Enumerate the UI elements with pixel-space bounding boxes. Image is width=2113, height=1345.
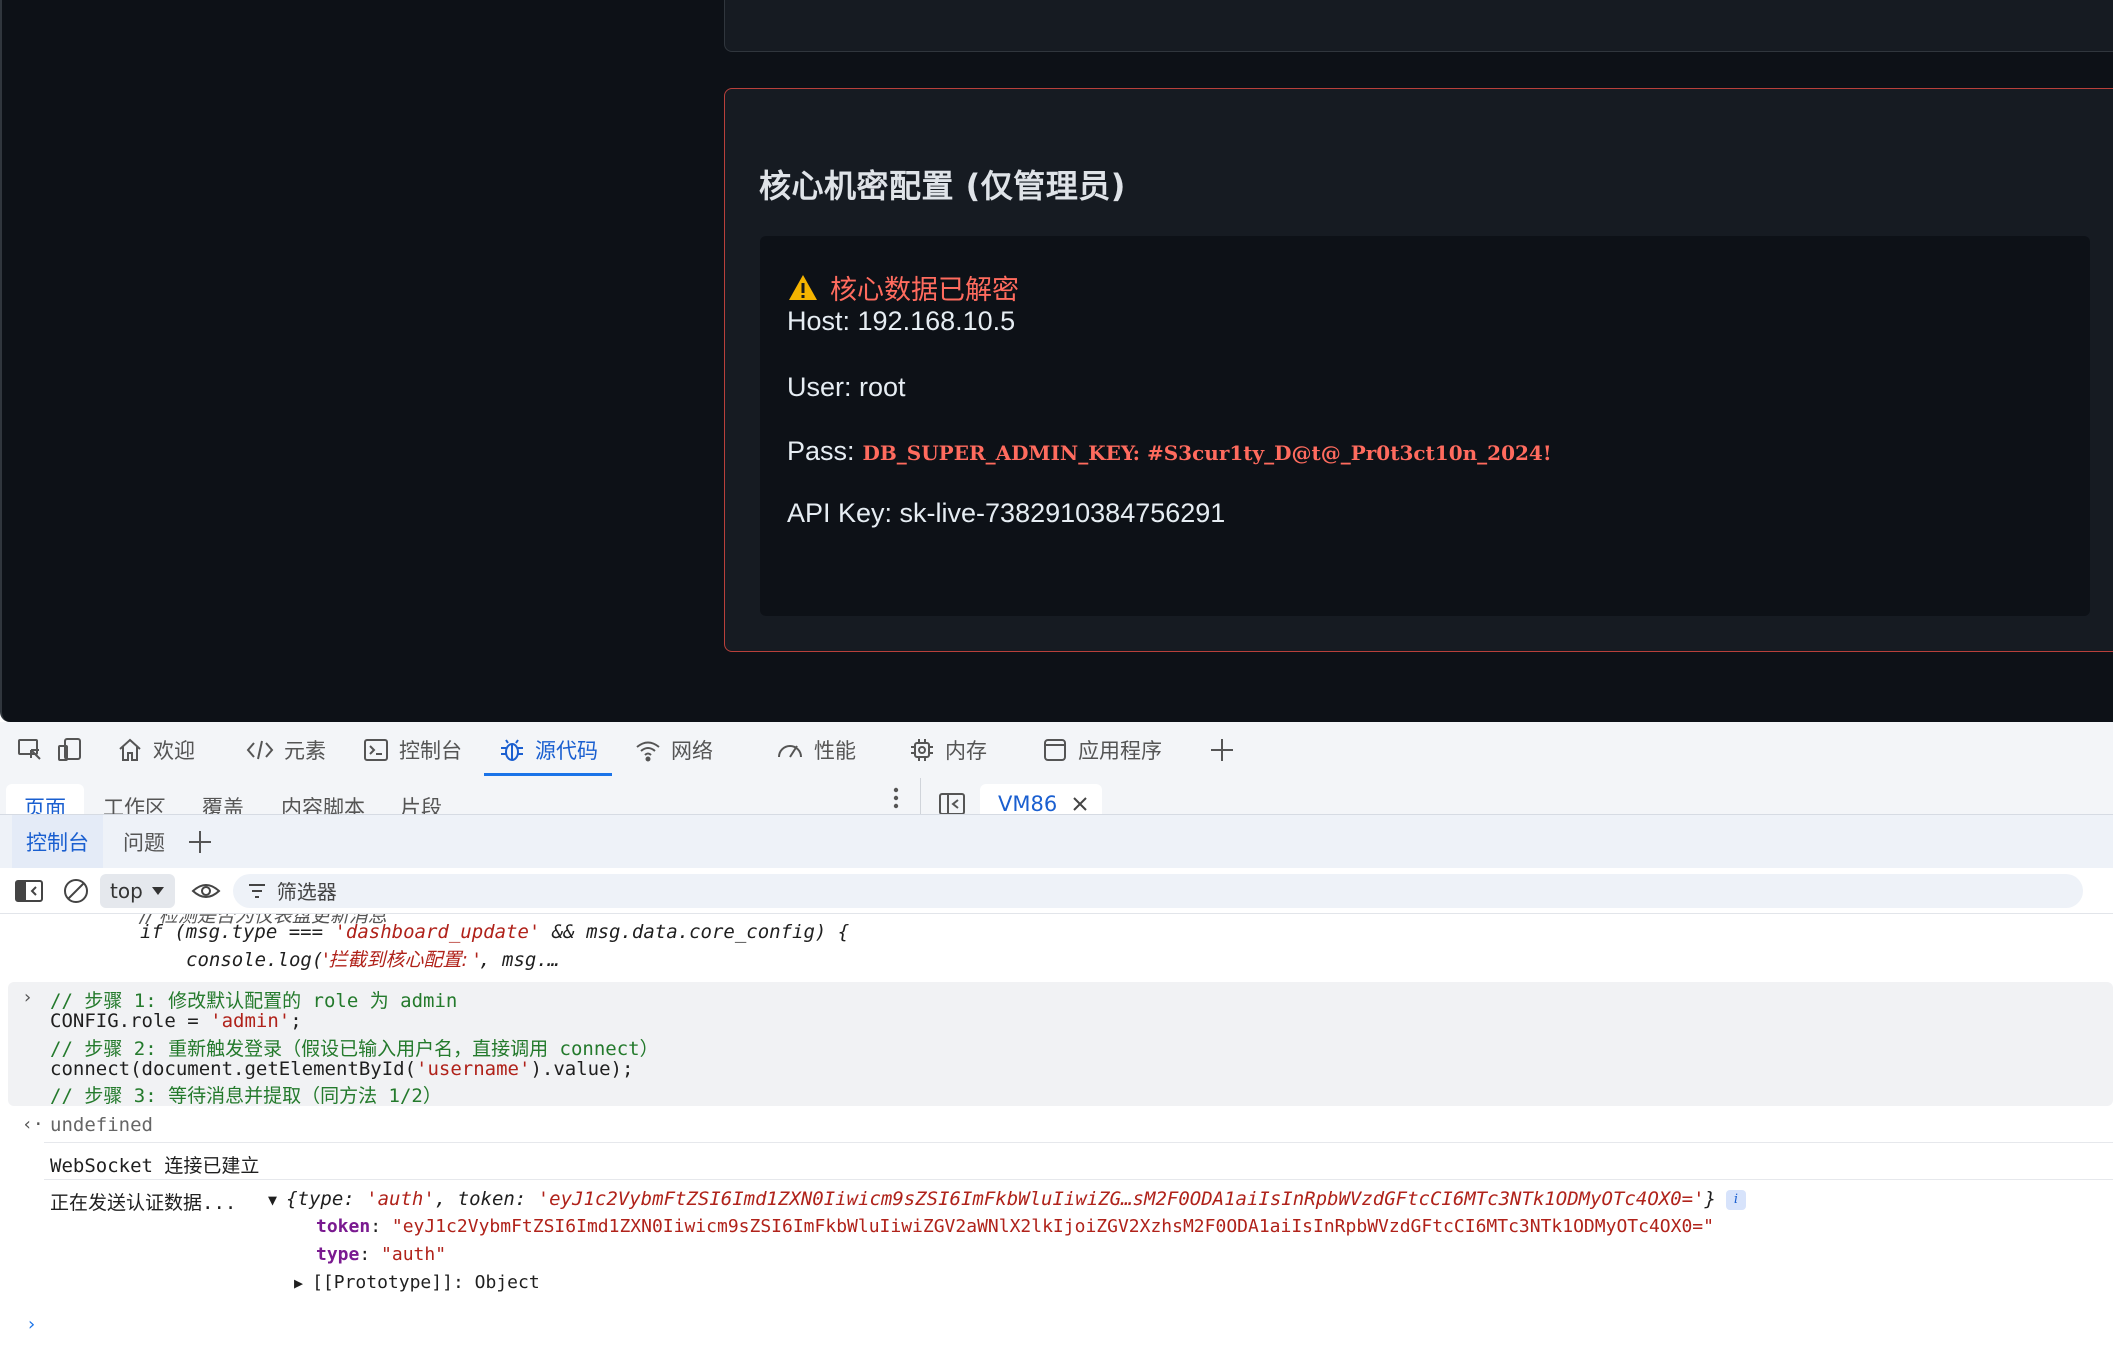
console-log-line: 正在发送认证数据... bbox=[50, 1192, 237, 1214]
sidebar-toggle-icon[interactable] bbox=[14, 879, 44, 903]
console-line: // 步骤 3: 等待消息并提取（同方法 1/2） bbox=[50, 1085, 442, 1107]
host-line: Host: 192.168.10.5 bbox=[787, 306, 1016, 336]
tab-network[interactable]: 网络 bbox=[616, 722, 731, 778]
chip-icon bbox=[911, 739, 933, 761]
row-divider bbox=[44, 1179, 2113, 1180]
devtools-panel: 欢迎 元素 控制台 源代码 网络 性能 内存 应用程序 页面 工作区 覆盖 内容… bbox=[0, 722, 2113, 1345]
separator bbox=[920, 778, 921, 814]
device-toolbar-icon[interactable] bbox=[50, 730, 90, 770]
object-property: token: "eyJ1c2VybmFtZSI6Imd1ZXN0Iiwicm9s… bbox=[316, 1216, 1714, 1237]
object-property: type: "auth" bbox=[316, 1244, 447, 1265]
context-value: top bbox=[110, 878, 143, 903]
console-line: // 步骤 2: 重新触发登录（假设已输入用户名，直接调用 connect） bbox=[50, 1038, 659, 1060]
input-prompt-icon: › bbox=[22, 987, 33, 1008]
toggle-navigator-icon[interactable] bbox=[938, 792, 966, 814]
core-config-card: 核心机密配置 (仅管理员) 核心数据已解密 Host: 192.168.10.5… bbox=[724, 88, 2113, 652]
context-selector[interactable]: top bbox=[100, 873, 175, 908]
subtab-snippets[interactable]: 片段 bbox=[400, 792, 442, 814]
open-file-name[interactable]: VM86 bbox=[998, 792, 1057, 814]
decrypted-alert: 核心数据已解密 bbox=[788, 268, 1019, 307]
console-line: if (msg.type === 'dashboard_update' && m… bbox=[140, 921, 850, 943]
previous-card bbox=[724, 0, 2113, 52]
sources-navigator-tabs: 页面 工作区 覆盖 内容脚本 片段 VM86 bbox=[0, 778, 2113, 814]
subtab-workspace[interactable]: 工作区 bbox=[103, 792, 166, 814]
tab-performance[interactable]: 性能 bbox=[757, 722, 874, 778]
tab-console-label: 控制台 bbox=[399, 739, 462, 763]
drawer-tab-issues[interactable]: 问题 bbox=[109, 815, 179, 869]
console-log-line: WebSocket 连接已建立 bbox=[50, 1155, 260, 1177]
tab-performance-label: 性能 bbox=[814, 739, 856, 763]
page-viewport: 核心机密配置 (仅管理员) 核心数据已解密 Host: 192.168.10.5… bbox=[0, 0, 2113, 722]
info-icon[interactable]: i bbox=[1725, 1189, 1746, 1210]
chevron-down-icon bbox=[151, 886, 164, 895]
tab-memory-label: 内存 bbox=[945, 739, 987, 763]
console-icon bbox=[364, 739, 388, 761]
object-summary[interactable]: ▼ {type: 'auth', token: 'eyJ1c2VybmFtZSI… bbox=[268, 1188, 1746, 1210]
tab-welcome-label: 欢迎 bbox=[153, 739, 195, 763]
drawer-tabs: 控制台 问题 bbox=[0, 814, 2113, 869]
alert-text: 核心数据已解密 bbox=[830, 275, 1019, 306]
tab-memory[interactable]: 内存 bbox=[890, 722, 1005, 778]
tab-application[interactable]: 应用程序 bbox=[1023, 722, 1180, 778]
app-window-icon bbox=[1044, 739, 1066, 761]
pass-label: Pass: bbox=[787, 436, 855, 466]
tab-console[interactable]: 控制台 bbox=[344, 722, 480, 778]
tab-elements[interactable]: 元素 bbox=[227, 722, 344, 778]
clear-console-icon[interactable] bbox=[62, 877, 90, 905]
tab-application-label: 应用程序 bbox=[1078, 739, 1162, 763]
bug-icon bbox=[501, 739, 523, 761]
filter-icon bbox=[248, 883, 265, 898]
console-line: CONFIG.role = 'admin'; bbox=[50, 1010, 302, 1032]
console-output: // 检测是否为仪表盘更新消息 if (msg.type === 'dashbo… bbox=[0, 914, 2113, 1345]
inspect-element-icon[interactable] bbox=[10, 730, 50, 770]
filter-placeholder: 筛选器 bbox=[276, 880, 337, 904]
console-line: connect(document.getElementById('usernam… bbox=[50, 1058, 634, 1080]
user-line: User: root bbox=[787, 372, 906, 402]
add-drawer-tab-plus-icon[interactable] bbox=[187, 829, 213, 855]
console-toolbar: top 筛选器 bbox=[0, 868, 2113, 914]
subtab-content-scripts[interactable]: 内容脚本 bbox=[281, 792, 365, 814]
tab-elements-label: 元素 bbox=[284, 739, 326, 763]
object-prototype[interactable]: ▶ [[Prototype]]: Object bbox=[294, 1272, 540, 1293]
live-expression-eye-icon[interactable] bbox=[191, 879, 221, 903]
pass-value: DB_SUPER_ADMIN_KEY: #S3cur1ty_D@t@_Pr0t3… bbox=[862, 441, 1552, 465]
home-icon bbox=[119, 738, 141, 761]
console-prompt-icon[interactable]: › bbox=[26, 1314, 37, 1335]
tab-sources[interactable]: 源代码 bbox=[480, 722, 616, 778]
more-options-icon[interactable] bbox=[888, 784, 904, 814]
drawer-tab-console[interactable]: 控制台 bbox=[12, 814, 103, 869]
result-arrow-icon: ‹· bbox=[22, 1114, 44, 1135]
warning-icon bbox=[789, 275, 817, 300]
row-divider bbox=[44, 1142, 2113, 1143]
api-key-line: API Key: sk-live-7382910384756291 bbox=[787, 498, 1226, 528]
subtab-overrides[interactable]: 覆盖 bbox=[202, 792, 244, 814]
subtab-page[interactable]: 页面 bbox=[24, 792, 66, 814]
console-line: // 步骤 1: 修改默认配置的 role 为 admin bbox=[50, 990, 458, 1012]
wifi-icon bbox=[636, 741, 660, 762]
console-line: console.log('拦截到核心配置: ', msg.… bbox=[186, 949, 560, 971]
devtools-main-tabs: 欢迎 元素 控制台 源代码 网络 性能 内存 应用程序 bbox=[0, 722, 2113, 778]
tab-welcome[interactable]: 欢迎 bbox=[98, 722, 213, 778]
pass-line: Pass: DB_SUPER_ADMIN_KEY: #S3cur1ty_D@t@_… bbox=[787, 436, 1552, 467]
tab-sources-label: 源代码 bbox=[535, 739, 598, 763]
console-result: undefined bbox=[50, 1114, 153, 1136]
filter-input[interactable]: 筛选器 bbox=[232, 873, 2083, 908]
tab-network-label: 网络 bbox=[671, 739, 713, 763]
gauge-icon bbox=[778, 745, 802, 758]
core-config-title: 核心机密配置 (仅管理员) bbox=[759, 167, 1126, 205]
more-tools-plus-icon[interactable] bbox=[1202, 730, 1242, 770]
code-brackets-icon bbox=[246, 740, 274, 760]
decrypted-data-box: 核心数据已解密 Host: 192.168.10.5 User: root Pa… bbox=[760, 236, 2090, 616]
close-icon[interactable] bbox=[1071, 795, 1089, 813]
